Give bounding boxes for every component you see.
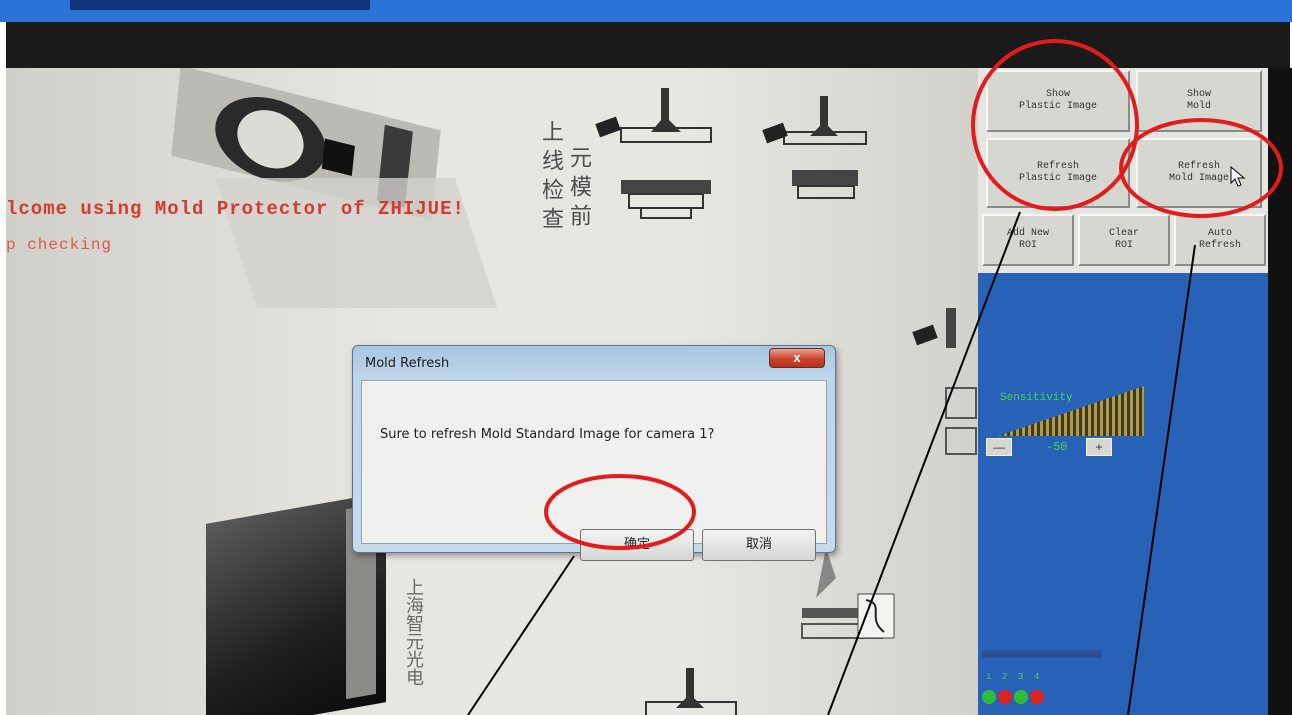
window-title-bar xyxy=(0,0,1292,22)
sensitivity-minus-button[interactable]: — xyxy=(986,438,1012,456)
mouse-cursor-icon xyxy=(1230,166,1246,187)
dialog-close-button[interactable]: x xyxy=(769,348,825,368)
welcome-message: lcome using Mold Protector of ZHIJUE! xyxy=(6,198,465,220)
add-new-roi-button[interactable]: Add New ROI xyxy=(982,214,1074,266)
vertical-text-2: 元 模 前 xyxy=(566,146,591,226)
sensitivity-value: -50 xyxy=(1046,440,1068,454)
dialog-message: Sure to refresh Mold Standard Image for … xyxy=(380,427,715,442)
camera-status-dot-3 xyxy=(1014,690,1028,704)
status-message: p checking xyxy=(6,236,113,254)
camera-status-label xyxy=(982,650,1102,658)
monitor-bezel xyxy=(6,22,1290,72)
mold-refresh-dialog: Mold Refresh x Sure to refresh Mold Stan… xyxy=(352,345,836,561)
show-mold-button[interactable]: Show Mold xyxy=(1136,70,1262,132)
machine-sketch-1 xyxy=(595,88,712,219)
dialog-title: Mold Refresh xyxy=(365,356,450,371)
camera-num-1: 1 xyxy=(986,672,992,682)
auto-refresh-button[interactable]: Auto Refresh xyxy=(1174,214,1266,266)
screen-edge xyxy=(1268,68,1292,715)
camera-num-3: 3 xyxy=(1018,672,1024,682)
camera-status-dot-4 xyxy=(1030,690,1044,704)
show-plastic-image-button[interactable]: Show Plastic Image xyxy=(986,70,1130,132)
control-panel: Show Plastic Image Show Mold Refresh Pla… xyxy=(978,68,1268,715)
refresh-plastic-image-button[interactable]: Refresh Plastic Image xyxy=(986,138,1130,208)
camera-num-2: 2 xyxy=(1002,672,1008,682)
sensitivity-ramp xyxy=(998,386,1144,436)
camera-num-4: 4 xyxy=(1034,672,1040,682)
ok-button[interactable]: 确定 xyxy=(580,529,694,561)
camera-status-dot-1 xyxy=(982,690,996,704)
window-title-text xyxy=(70,0,370,10)
dialog-body: Sure to refresh Mold Standard Image for … xyxy=(361,380,827,561)
machine-sketch-3 xyxy=(912,308,977,455)
machine-sketch-5 xyxy=(645,668,737,715)
camera-label: 上海智元光电 xyxy=(403,578,424,686)
sensitivity-plus-button[interactable]: + xyxy=(1086,438,1112,456)
machine-sketch-2 xyxy=(762,96,867,199)
clear-roi-button[interactable]: Clear ROI xyxy=(1078,214,1170,266)
camera-status-dot-2 xyxy=(998,690,1012,704)
cancel-button[interactable]: 取消 xyxy=(702,529,816,561)
